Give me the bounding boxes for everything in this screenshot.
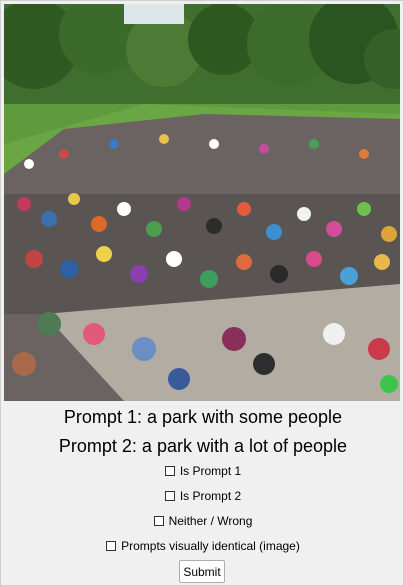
is-prompt-2-label: Is Prompt 2 xyxy=(179,489,242,503)
option-identical[interactable]: Prompts visually identical (image) xyxy=(1,539,404,554)
neither-checkbox[interactable] xyxy=(153,516,164,526)
identical-label: Prompts visually identical (image) xyxy=(121,539,300,553)
option-is-prompt-1[interactable]: Is Prompt 1 xyxy=(1,464,404,479)
submit-button[interactable]: Submit xyxy=(179,560,225,583)
is-prompt-1-checkbox[interactable] xyxy=(164,466,175,476)
survey-frame: Prompt 1: a park with some people Prompt… xyxy=(0,0,404,586)
option-is-prompt-2[interactable]: Is Prompt 2 xyxy=(1,489,404,504)
prompt-1-text: Prompt 1: a park with some people xyxy=(63,407,343,427)
neither-label: Neither / Wrong xyxy=(168,514,253,528)
crowd-park-image xyxy=(4,4,400,401)
identical-checkbox[interactable] xyxy=(106,541,117,551)
is-prompt-1-label: Is Prompt 1 xyxy=(179,464,242,478)
prompt-2-text: Prompt 2: a park with a lot of people xyxy=(58,436,348,456)
option-neither[interactable]: Neither / Wrong xyxy=(1,514,404,529)
is-prompt-2-checkbox[interactable] xyxy=(164,491,175,501)
